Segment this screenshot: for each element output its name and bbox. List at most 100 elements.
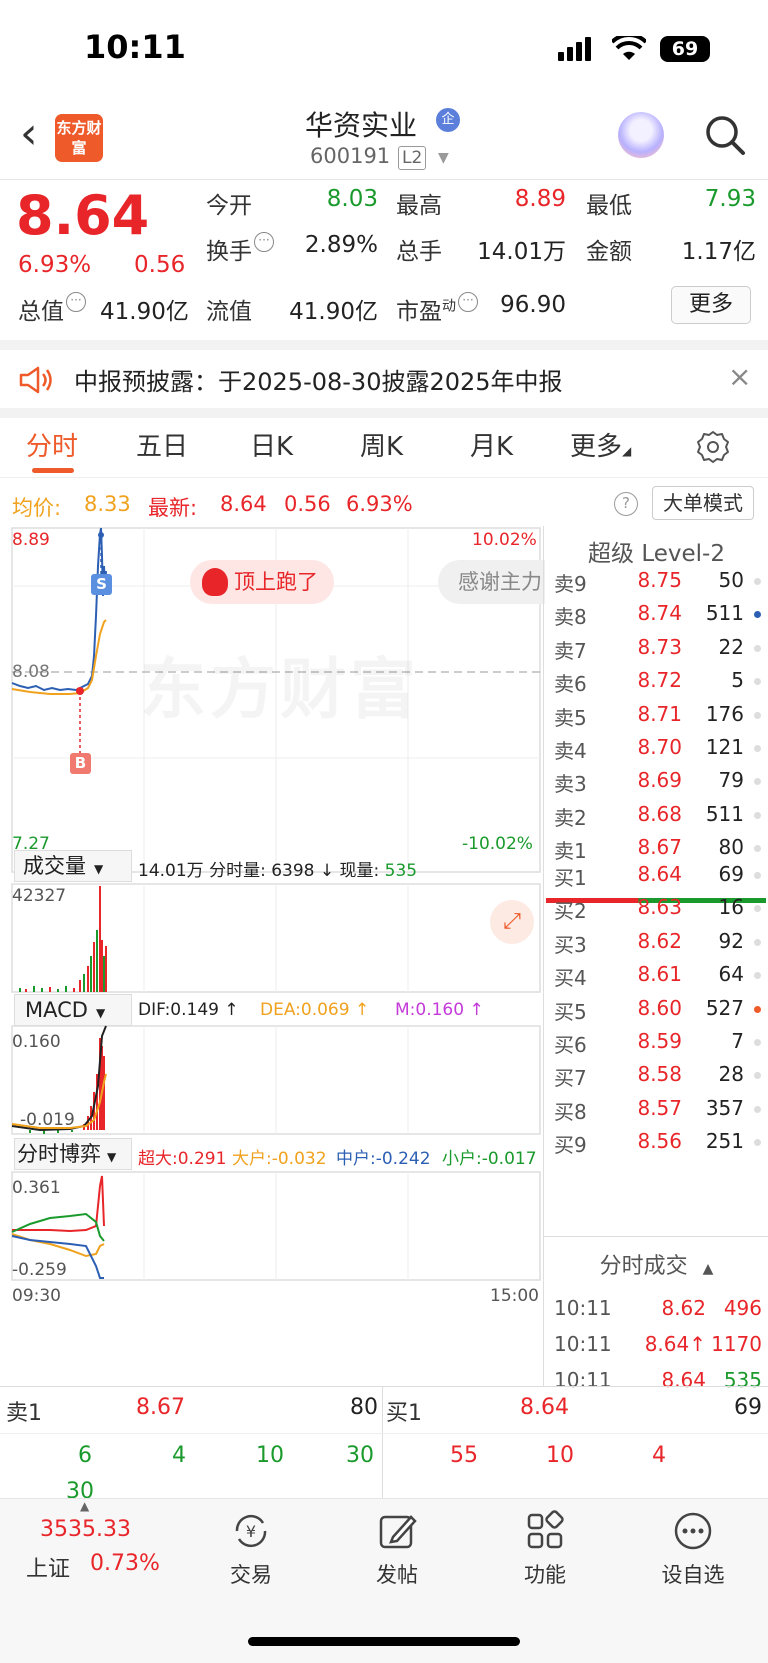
level-price: 8.58 (637, 1062, 682, 1087)
tick-time: 10:11 (554, 1332, 612, 1356)
order-book-row[interactable]: 买6 8.59 7 (544, 1025, 768, 1059)
level-price: 8.71 (637, 701, 682, 726)
nav-trade[interactable]: ¥ 交易 (196, 1509, 306, 1589)
l1-ask-order: 10 (256, 1443, 284, 1468)
order-book-row[interactable]: 卖4 8.70 121 (544, 731, 768, 765)
level-qty: 176 (705, 701, 744, 726)
level-qty: 50 (718, 568, 744, 592)
order-book-row[interactable]: 买3 8.62 92 (544, 925, 768, 959)
tab-intraday[interactable]: 分时 (26, 426, 78, 463)
more-button[interactable]: 更多 (671, 286, 751, 324)
index-ticker[interactable]: ▲ 3535.33 上证 0.73% (0, 1499, 176, 1609)
level-qty: 7 (731, 1029, 744, 1053)
tab-five-day[interactable]: 五日 (136, 426, 188, 463)
level-dot-icon (754, 845, 761, 853)
level-dot-icon (754, 644, 761, 652)
float-cap-label: 流值 (206, 299, 252, 325)
level-label: 卖7 (554, 638, 587, 663)
level-dot-icon (754, 778, 761, 786)
volume-label: 总手 (396, 239, 442, 265)
open-value: 8.03 (326, 186, 378, 212)
back-icon[interactable]: ‹ (20, 112, 38, 156)
order-book-row[interactable]: 买9 8.56 251 (544, 1125, 768, 1159)
intraday-chart[interactable]: 东方财富 S B 8.89 8.08 7.27 10.02% -10.02% 顶… (0, 526, 545, 1386)
level-dot-icon (754, 1139, 761, 1147)
notice-text: 中报预披露：于2025-08-30披露2025年中报 (74, 368, 563, 396)
tab-daily-k[interactable]: 日K (250, 426, 293, 463)
order-book-row[interactable]: 卖3 8.69 79 (544, 764, 768, 798)
level-label: 买2 (554, 899, 587, 924)
help-icon[interactable]: ? (614, 492, 638, 516)
latest-change: 0.56 (284, 492, 331, 516)
level-dot-icon (754, 578, 761, 585)
level-qty: 64 (718, 962, 744, 987)
level-dot-icon (754, 811, 761, 819)
order-book-row[interactable]: 买1 8.64 69 (544, 858, 768, 892)
level-label: 买5 (554, 999, 587, 1024)
order-book-row[interactable]: 卖5 8.71 176 (544, 698, 768, 732)
tab-more[interactable]: 更多◢ (570, 426, 631, 463)
pe-sup: 动 (442, 298, 456, 315)
tick-title[interactable]: 分时成交 ▲ (544, 1248, 768, 1280)
change-percent: 6.93% (18, 252, 92, 278)
order-book-row[interactable]: 卖6 8.72 5 (544, 664, 768, 698)
nav-post[interactable]: 发帖 (342, 1509, 452, 1589)
settings-gear-icon[interactable] (696, 430, 730, 464)
avg-label: 均价: (12, 496, 62, 520)
level-qty: 16 (718, 895, 744, 920)
mktcap-label: 总值 (18, 299, 64, 325)
l1-ask-label: 卖1 (6, 1401, 42, 1426)
divider (544, 1236, 768, 1237)
level-qty: 22 (718, 634, 744, 659)
tick-volume: 496 (723, 1296, 762, 1320)
order-book-row[interactable]: 卖9 8.75 50 (544, 564, 768, 598)
order-book-row[interactable]: 买2 8.63 16 (544, 891, 768, 925)
order-book-row[interactable]: 卖2 8.68 511 (544, 798, 768, 832)
level-dot-icon (754, 678, 761, 686)
big-order-mode-button[interactable]: 大单模式 (652, 486, 754, 520)
tab-weekly-k[interactable]: 周K (360, 426, 403, 463)
stock-code: 600191 (310, 144, 391, 168)
pe-value: 96.90 (500, 292, 566, 318)
nav-function[interactable]: 功能 (490, 1509, 600, 1589)
chart-tabs: 分时 五日 日K 周K 月K 更多◢ (0, 418, 768, 478)
level-dot-icon (754, 1039, 761, 1046)
level-price: 8.72 (637, 668, 682, 693)
high-value: 8.89 (514, 186, 566, 212)
latest-pct: 6.93% (346, 492, 413, 516)
divider (0, 340, 768, 350)
order-book-row[interactable]: 买8 8.57 357 (544, 1092, 768, 1126)
order-book-row[interactable]: 卖8 8.74 511 (544, 597, 768, 631)
level-price: 8.60 (637, 995, 682, 1020)
order-book-row[interactable]: 卖7 8.73 22 (544, 631, 768, 665)
order-book-row[interactable]: 买4 8.61 64 (544, 958, 768, 992)
clock: 10:11 (84, 28, 186, 66)
order-book-row[interactable]: 买7 8.58 28 (544, 1058, 768, 1092)
level-dot-icon (754, 711, 761, 719)
amount-label: 金额 (586, 239, 632, 265)
stock-header: ‹ 东方财富 华资实业 企 600191 L2 ▼ (0, 100, 768, 180)
nav-watchlist[interactable]: 设自选 (638, 1509, 748, 1589)
nav-trade-label: 交易 (230, 1563, 272, 1587)
level-qty: 357 (705, 1095, 744, 1120)
status-bar: 10:11 69 (0, 0, 768, 100)
l1-bid-order: 10 (546, 1443, 574, 1468)
notice-bar[interactable]: 中报预披露：于2025-08-30披露2025年中报 × (0, 350, 768, 408)
index-name: 上证 (26, 1557, 71, 1582)
level-qty: 79 (718, 768, 744, 793)
more-dots-icon[interactable]: ··· (66, 292, 86, 312)
search-icon[interactable] (704, 114, 746, 156)
level-dot-icon (754, 1005, 761, 1013)
level-price: 8.73 (637, 634, 682, 659)
nav-watchlist-label: 设自选 (661, 1563, 725, 1587)
tab-monthly-k[interactable]: 月K (470, 426, 513, 463)
close-icon[interactable]: × (728, 360, 751, 393)
order-book-row[interactable]: 买5 8.60 527 (544, 992, 768, 1026)
chevron-down-icon[interactable]: ▼ (438, 150, 449, 166)
level-qty: 527 (705, 995, 744, 1020)
amount-value: 1.17亿 (681, 239, 756, 265)
assistant-avatar-icon[interactable] (618, 112, 664, 158)
level-price: 8.67 (637, 835, 682, 860)
index-pct: 0.73% (90, 1551, 160, 1576)
nav-post-label: 发帖 (376, 1563, 418, 1587)
